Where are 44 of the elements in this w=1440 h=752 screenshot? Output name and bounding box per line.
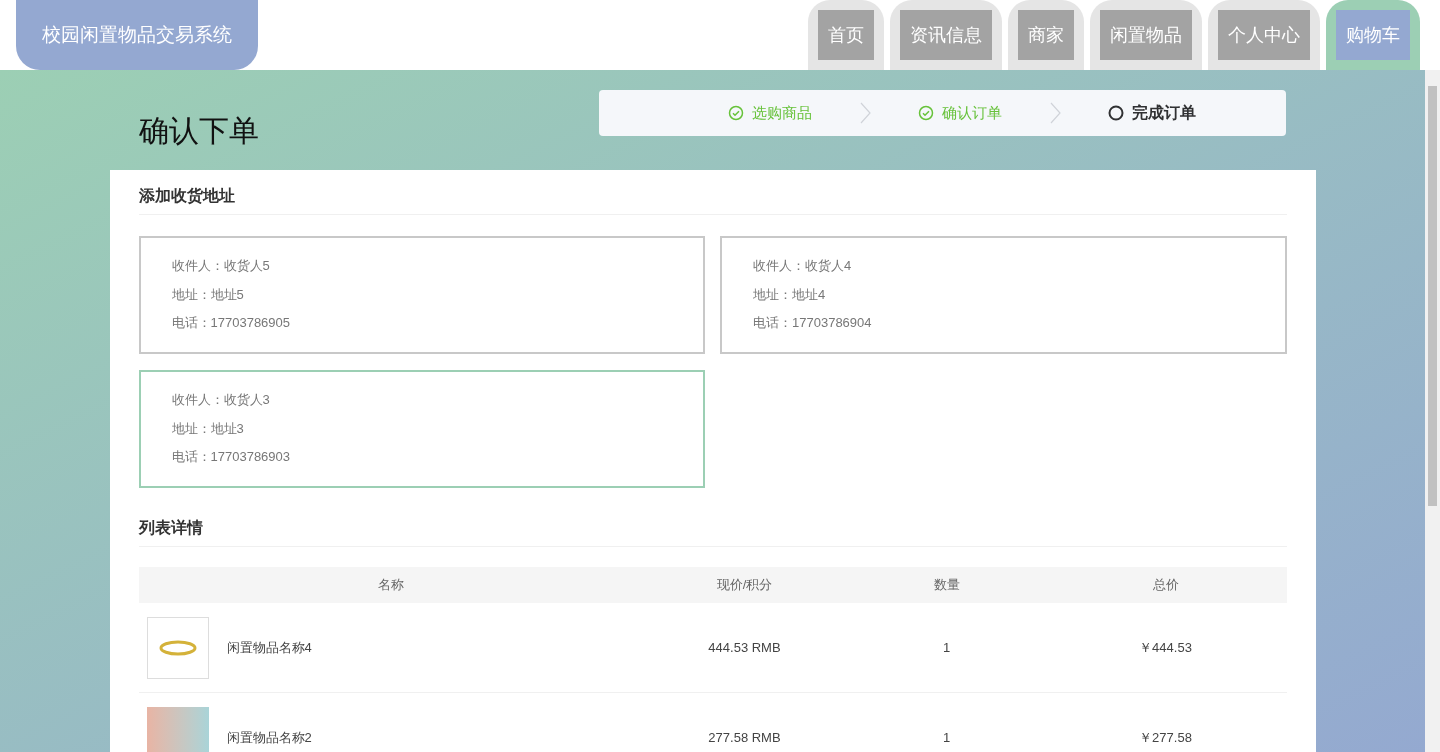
section-title: 添加收货地址 — [138, 184, 1287, 215]
nav-tab[interactable]: 商家 — [1008, 0, 1084, 70]
quantity-cell-text: 1 — [941, 638, 952, 657]
address-text: 地址：地址5 — [171, 285, 245, 304]
circle-icon — [1108, 105, 1124, 121]
column-header: 数量 — [932, 576, 961, 595]
phone-text: 电话：17703786903 — [171, 448, 292, 466]
nav-tab[interactable]: 资讯信息 — [890, 0, 1002, 70]
nav-tab[interactable]: 首页 — [808, 0, 884, 70]
receiver-text: 收件人：收货人3 — [171, 391, 271, 409]
phone-text: 电话：17703786905 — [171, 314, 292, 332]
chevron-icon — [858, 101, 872, 125]
address-card[interactable]: 收件人：收货人3 地址：地址3 电话：17703786903 — [138, 370, 705, 488]
step-label: 完成订单 — [1132, 103, 1196, 123]
price-cell-text: 444.53 RMB — [707, 638, 782, 657]
brand-title: 校园闲置物品交易系统 — [16, 0, 258, 70]
check-circle-icon — [918, 105, 934, 121]
photo-placeholder — [146, 706, 209, 752]
nav-tab[interactable]: 购物车 — [1326, 0, 1420, 70]
nav-tab[interactable]: 闲置物品 — [1090, 0, 1202, 70]
address-text: 地址：地址4 — [753, 285, 827, 304]
step-label: 确认订单 — [942, 102, 1002, 123]
quantity-cell-text: 1 — [941, 728, 952, 747]
address-text: 地址：地址3 — [171, 419, 245, 438]
item-name: 闲置物品名称4 — [226, 641, 312, 654]
total-cell-text: ￥277.58 — [1138, 728, 1193, 747]
receiver-text: 收件人：收货人4 — [753, 257, 853, 275]
nav-tab[interactable]: 个人中心 — [1208, 0, 1320, 70]
phone-text: 电话：17703786904 — [753, 314, 873, 332]
address-card[interactable]: 收件人：收货人4 地址：地址4 电话：17703786904 — [720, 236, 1287, 354]
step-label: 选购商品 — [752, 102, 812, 123]
column-header: 总价 — [1151, 576, 1180, 595]
chevron-icon — [1048, 101, 1062, 125]
column-header: 现价/积分 — [715, 576, 774, 595]
price-cell-text: 277.58 RMB — [707, 728, 782, 747]
item-name: 闲置物品名称2 — [226, 731, 312, 744]
ring-thumbnail — [146, 616, 209, 679]
address-card[interactable]: 收件人：收货人5 地址：地址5 电话：17703786905 — [138, 236, 705, 354]
receiver-text: 收件人：收货人5 — [171, 257, 271, 275]
check-circle-icon — [728, 105, 744, 121]
section-title: 列表详情 — [138, 516, 1287, 547]
total-cell-text: ￥444.53 — [1138, 638, 1193, 657]
page-title: 确认下单 — [138, 113, 259, 149]
column-header: 名称 — [376, 576, 405, 595]
